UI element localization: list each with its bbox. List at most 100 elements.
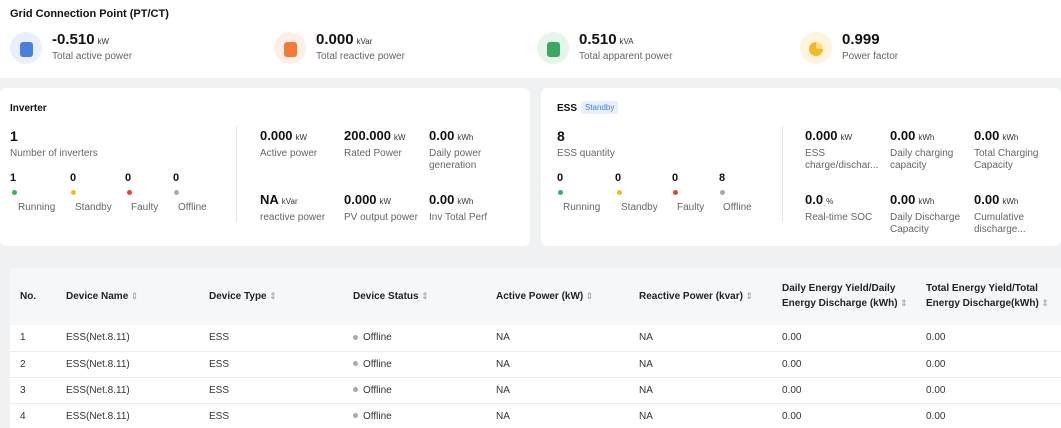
cell-active-power: NA xyxy=(486,351,629,378)
inverter-reactive-power-label: reactive power xyxy=(260,212,326,223)
inverter-offline-count: 0 xyxy=(173,172,180,184)
inverter-count: 1 xyxy=(10,128,18,144)
column-header-label: No. xyxy=(20,290,37,302)
ess-daily-discharge-value: 0.00 kWh xyxy=(890,192,935,207)
cell-reactive-power: NA xyxy=(629,377,772,404)
reactive-power-icon xyxy=(274,32,306,64)
standby-status-dot xyxy=(617,190,622,195)
table-row[interactable]: 4 ESS(Net.8.11) ESS Offline NA NA 0.00 0.00 xyxy=(10,403,1061,428)
column-header-device-status[interactable]: Device Status ⇕ xyxy=(343,268,486,325)
ess-running-label: Running xyxy=(563,202,601,213)
table-row[interactable]: 3 ESS(Net.8.11) ESS Offline NA NA 0.00 0.00 xyxy=(10,377,1061,404)
power-factor-label: Power factor xyxy=(842,51,899,62)
active-power-icon xyxy=(10,32,42,64)
ess-faulty-count: 0 xyxy=(672,172,679,184)
cell-no: 2 xyxy=(10,351,56,378)
sort-icon[interactable]: ⇕ xyxy=(128,291,139,301)
ess-count: 8 xyxy=(557,128,565,144)
offline-status-dot xyxy=(174,190,179,195)
column-header-reactive-power[interactable]: Reactive Power (kvar) ⇕ xyxy=(629,268,772,325)
cell-reactive-power: NA xyxy=(629,403,772,428)
inverter-faulty-label: Faulty xyxy=(131,202,159,213)
inverter-faulty-count: 0 xyxy=(125,172,132,184)
cell-active-power: NA xyxy=(486,377,629,404)
inverter-pv-output-label: PV output power xyxy=(344,212,418,223)
column-header-active-power[interactable]: Active Power (kW) ⇕ xyxy=(486,268,629,325)
sort-icon[interactable]: ⇕ xyxy=(267,291,277,301)
ess-divider xyxy=(782,126,783,222)
column-header-label: Device Type xyxy=(209,291,267,302)
inverter-rated-power-value: 200.000 kW xyxy=(344,128,406,143)
sort-icon[interactable]: ⇕ xyxy=(1039,298,1049,308)
total-active-power-unit: kW xyxy=(97,37,110,46)
total-active-power-value: -0.510 xyxy=(52,31,95,48)
column-header-total-energy[interactable]: Total Energy Yield/Total Energy Discharg… xyxy=(916,268,1061,325)
ess-charge-power-value: 0.000 kW xyxy=(805,128,853,143)
inverter-total-perf-label: Inv Total Perf xyxy=(429,212,488,223)
column-header-daily-energy[interactable]: Daily Energy Yield/Daily Energy Discharg… xyxy=(772,268,916,325)
faulty-status-dot xyxy=(673,190,678,195)
cell-daily-energy: 0.00 xyxy=(772,325,916,352)
column-header-device-name[interactable]: Device Name ⇕ xyxy=(56,268,199,325)
column-header-no: No. xyxy=(10,268,56,325)
sort-icon[interactable]: ⇕ xyxy=(419,291,429,301)
sort-icon[interactable]: ⇕ xyxy=(898,298,908,308)
inverter-standby-count: 0 xyxy=(70,172,77,184)
cell-total-energy: 0.00 xyxy=(916,351,1061,378)
inverter-daily-generation-label: Daily power generation xyxy=(429,148,482,171)
ess-soc-label: Real-time SOC xyxy=(805,212,873,223)
cell-device-name: ESS(Net.8.11) xyxy=(56,351,199,378)
cell-no: 4 xyxy=(10,403,56,428)
table-row[interactable]: 2 ESS(Net.8.11) ESS Offline NA NA 0.00 0.00 xyxy=(10,351,1061,378)
inverter-running-count: 1 xyxy=(10,172,17,184)
cell-total-energy: 0.00 xyxy=(916,325,1061,352)
inverter-standby-label: Standby xyxy=(75,202,112,213)
ess-cumulative-discharge-value: 0.00 kWh xyxy=(974,192,1019,207)
grid-connection-title: Grid Connection Point (PT/CT) xyxy=(10,8,169,20)
standby-status-dot xyxy=(71,190,76,195)
total-apparent-power-value: 0.510 xyxy=(579,31,617,48)
offline-status-dot xyxy=(353,387,358,393)
cell-device-type: ESS xyxy=(199,377,343,404)
inverter-running-label: Running xyxy=(18,202,56,213)
offline-status-dot xyxy=(720,190,725,195)
cell-device-name: ESS(Net.8.11) xyxy=(56,403,199,428)
cell-device-type: ESS xyxy=(199,403,343,428)
sort-icon[interactable]: ⇕ xyxy=(583,291,594,301)
inverter-count-label: Number of inverters xyxy=(10,148,98,159)
ess-status-badge: Standby xyxy=(581,101,619,114)
total-reactive-power-label: Total reactive power xyxy=(316,51,405,62)
ess-standby-count: 0 xyxy=(615,172,622,184)
cell-device-status: Offline xyxy=(343,403,486,428)
cell-daily-energy: 0.00 xyxy=(772,377,916,404)
cell-reactive-power: NA xyxy=(629,325,772,352)
table-row[interactable]: 1 ESS(Net.8.11) ESS Offline NA NA 0.00 0.00 xyxy=(10,325,1061,352)
total-reactive-power-unit: kVar xyxy=(356,37,373,46)
cell-no: 3 xyxy=(10,377,56,404)
offline-status-dot xyxy=(353,413,358,419)
inverter-rated-power-label: Rated Power xyxy=(344,148,402,159)
ess-offline-label: Offline xyxy=(723,202,752,213)
running-status-dot xyxy=(12,190,17,195)
ess-running-count: 0 xyxy=(557,172,564,184)
ess-standby-label: Standby xyxy=(621,202,658,213)
inverter-divider xyxy=(236,126,237,222)
column-header-device-type[interactable]: Device Type ⇕ xyxy=(199,268,343,325)
sort-icon[interactable]: ⇕ xyxy=(743,291,753,301)
inverter-pv-output-value: 0.000 kW xyxy=(344,192,392,207)
apparent-power-icon xyxy=(537,32,569,64)
ess-title: ESS xyxy=(557,103,578,114)
inverter-offline-label: Offline xyxy=(178,202,207,213)
device-table: No. Device Name ⇕ Device Type ⇕ Device Stat… xyxy=(10,268,1061,428)
cell-device-status: Offline xyxy=(343,325,486,352)
cell-daily-energy: 0.00 xyxy=(772,351,916,378)
table-header-row: No. Device Name ⇕ Device Type ⇕ Device Stat… xyxy=(10,268,1061,325)
inverter-active-power-label: Active power xyxy=(260,148,318,159)
ess-daily-charging-label: Daily charging capacity xyxy=(890,148,954,171)
column-header-label: Active Power (kW) xyxy=(496,291,584,302)
ess-daily-charging-value: 0.00 kWh xyxy=(890,128,935,143)
pie-chart-icon xyxy=(800,32,832,64)
inverter-active-power-value: 0.000 kW xyxy=(260,128,308,143)
ess-charge-power-label: ESS charge/dischar... xyxy=(805,148,879,171)
ess-offline-count: 8 xyxy=(719,172,726,184)
